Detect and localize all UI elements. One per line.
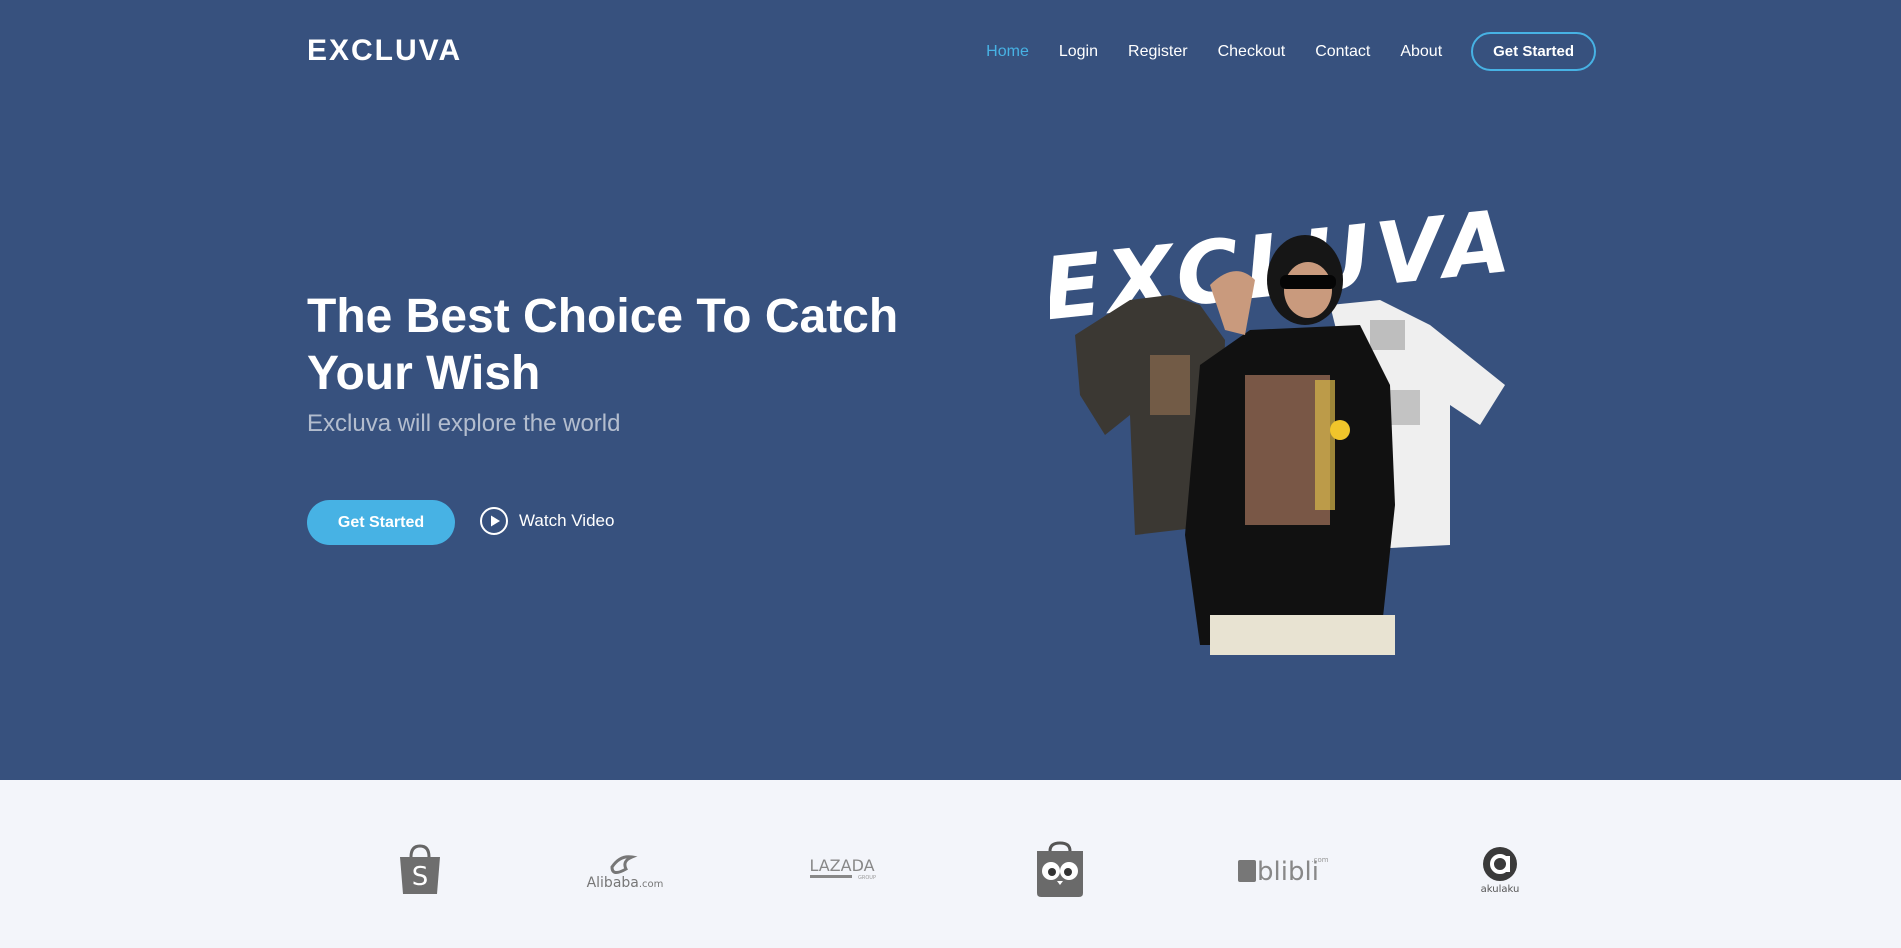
- svg-text:blibli: blibli: [1257, 857, 1319, 887]
- play-circle-icon: [480, 507, 508, 535]
- shopee-logo[interactable]: S: [380, 820, 460, 920]
- brand-logo[interactable]: EXCLUVA: [307, 34, 462, 68]
- partner-logos: S Alibaba.com LAZADA GROUP blibli .com a…: [0, 780, 1901, 948]
- blibli-logo[interactable]: blibli .com: [1230, 820, 1330, 920]
- hero-section: EXCLUVA Home Login Register Checkout Con…: [0, 0, 1901, 780]
- hero-subtitle: Excluva will explore the world: [307, 410, 621, 437]
- svg-text:S: S: [412, 862, 429, 892]
- tokopedia-icon: [1037, 841, 1083, 897]
- hero-title: The Best Choice To Catch Your Wish: [307, 290, 899, 400]
- alibaba-icon: Alibaba.com: [587, 855, 664, 891]
- hero-illustration: EXCLUVA: [1050, 205, 1510, 655]
- akulaku-icon: akulaku: [1481, 847, 1520, 895]
- tokopedia-logo[interactable]: [1030, 820, 1090, 920]
- watch-video-label: Watch Video: [519, 511, 615, 530]
- svg-text:akulaku: akulaku: [1481, 884, 1520, 895]
- svg-text:.com: .com: [1311, 856, 1328, 864]
- nav-item-register[interactable]: Register: [1128, 43, 1188, 61]
- nav-item-about[interactable]: About: [1400, 43, 1442, 61]
- blibli-icon: blibli .com: [1238, 856, 1328, 887]
- watch-video-link[interactable]: Watch Video: [479, 506, 614, 536]
- main-nav: Home Login Register Checkout Contact Abo…: [956, 32, 1596, 71]
- nav-item-login[interactable]: Login: [1059, 43, 1098, 61]
- nav-item-contact[interactable]: Contact: [1315, 43, 1370, 61]
- lazada-logo[interactable]: LAZADA GROUP: [800, 820, 884, 920]
- shopee-icon: S: [400, 844, 440, 894]
- get-started-button[interactable]: Get Started: [307, 500, 455, 545]
- svg-text:GROUP: GROUP: [858, 875, 876, 881]
- nav-item-home[interactable]: Home: [986, 43, 1029, 61]
- nav-item-checkout[interactable]: Checkout: [1218, 43, 1286, 61]
- svg-text:Alibaba.com: Alibaba.com: [587, 875, 664, 891]
- nav-get-started-button[interactable]: Get Started: [1471, 32, 1596, 71]
- lazada-icon: LAZADA GROUP: [809, 857, 876, 881]
- akulaku-logo[interactable]: akulaku: [1470, 820, 1530, 920]
- svg-text:LAZADA: LAZADA: [809, 857, 874, 875]
- alibaba-logo[interactable]: Alibaba.com: [580, 820, 670, 920]
